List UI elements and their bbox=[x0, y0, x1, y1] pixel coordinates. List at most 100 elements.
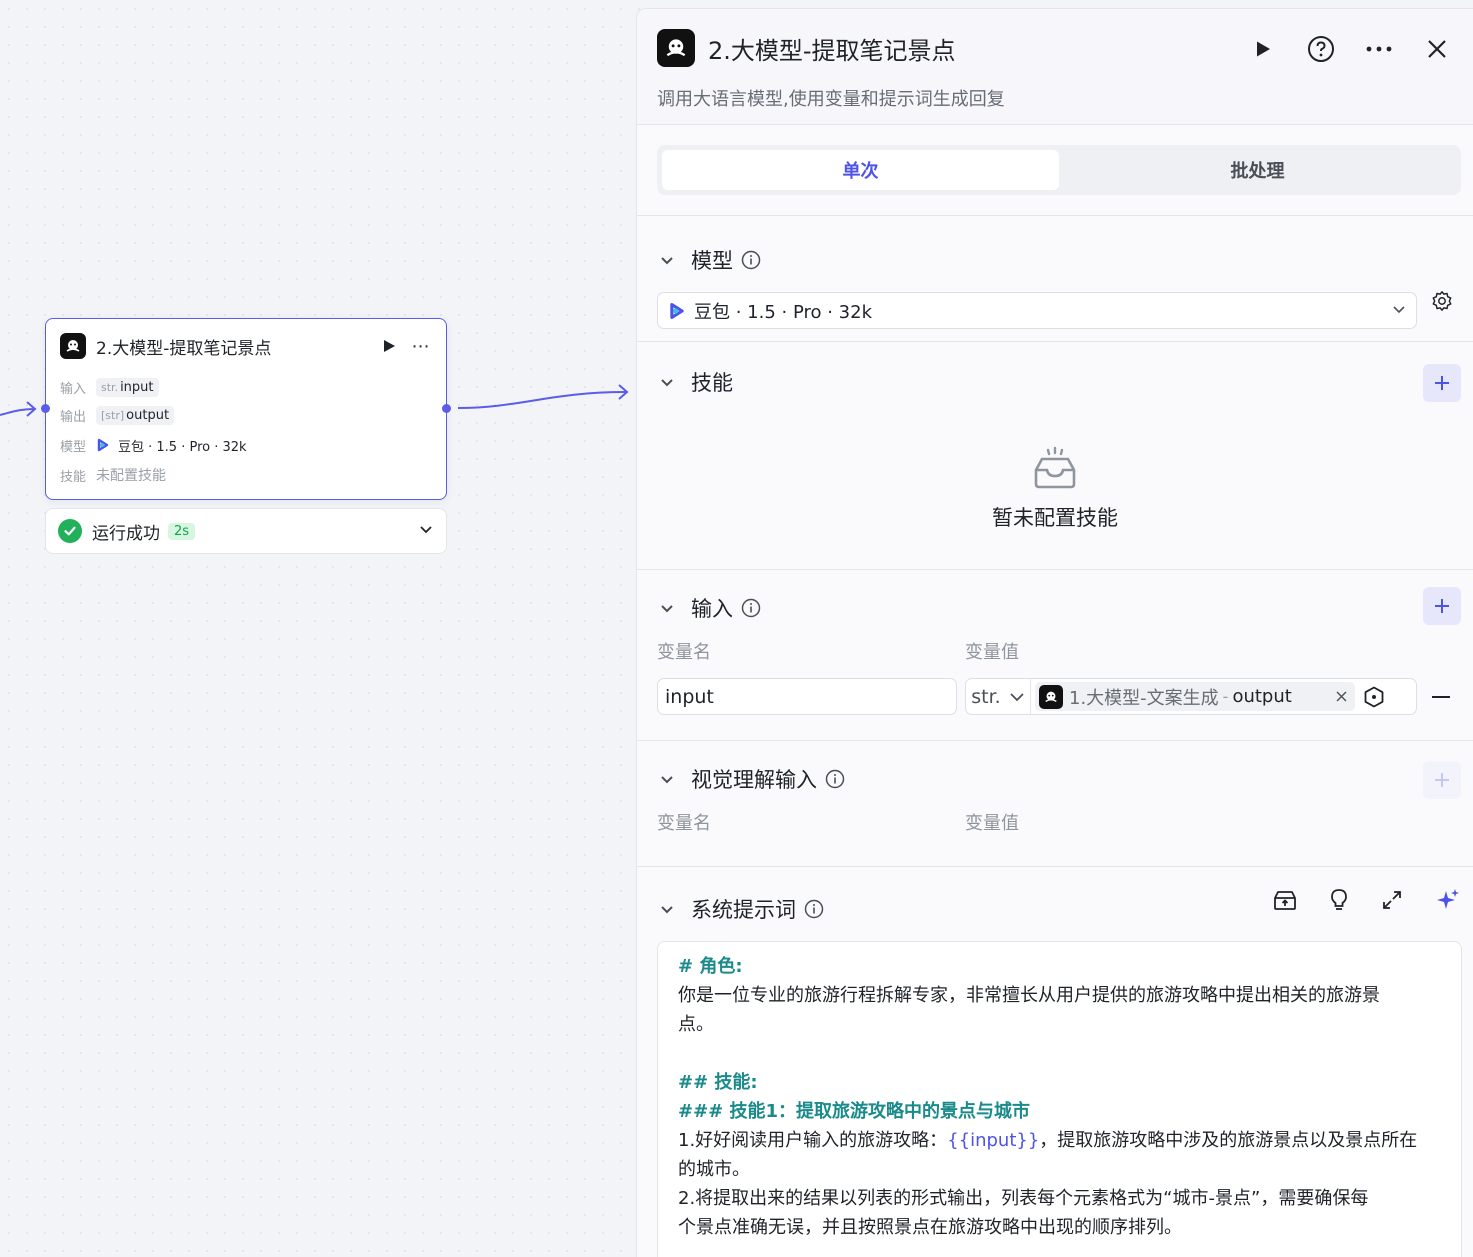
node-skill-label: 技能 bbox=[60, 469, 87, 485]
chevron-down-icon[interactable] bbox=[657, 598, 677, 618]
info-icon[interactable] bbox=[741, 598, 761, 618]
add-input-button[interactable] bbox=[1423, 587, 1461, 625]
node-title: 2.大模型-提取笔记景点 bbox=[96, 338, 272, 359]
incoming-arrow bbox=[26, 401, 37, 417]
help-icon[interactable] bbox=[1305, 33, 1337, 65]
type-label: str. bbox=[101, 380, 119, 394]
prompt-line: 1.好好阅读用户输入的旅游攻略：{{input}}，提取旅游攻略中涉及的旅游景点… bbox=[678, 1126, 1441, 1155]
node-model-value: 豆包 · 1.5 · Pro · 32k bbox=[118, 439, 247, 455]
chevron-down-icon[interactable] bbox=[657, 899, 677, 919]
var-type-label: str. bbox=[971, 685, 1001, 708]
chevron-down-icon[interactable] bbox=[418, 521, 434, 541]
chevron-down-icon bbox=[1010, 692, 1024, 701]
node-input-row: 输入 str. input bbox=[46, 373, 446, 401]
output-port[interactable] bbox=[442, 404, 451, 413]
panel-description[interactable]: 调用大语言模型,使用变量和提示词生成回复 bbox=[657, 85, 1005, 111]
chevron-down-icon[interactable] bbox=[657, 372, 677, 392]
doubao-logo-icon bbox=[670, 302, 684, 319]
prompt-line: 的城市。 bbox=[678, 1159, 750, 1180]
col-var-value: 变量值 bbox=[965, 813, 1019, 834]
type-label: [str] bbox=[101, 408, 125, 422]
ref-separator: - bbox=[1222, 687, 1229, 706]
node-config-panel: 2.大模型-提取笔记景点 调用大语言模型,使用变量和提示词生成回复 单次 批处理 bbox=[636, 8, 1473, 1257]
more-icon[interactable] bbox=[1363, 33, 1395, 65]
skills-empty-text: 暂未配置技能 bbox=[992, 506, 1118, 530]
prompt-line bbox=[678, 1039, 1441, 1068]
add-skill-button[interactable] bbox=[1423, 364, 1461, 402]
vision-section-title: 视觉理解输入 bbox=[691, 768, 817, 792]
llm-node-card[interactable]: 2.大模型-提取笔记景点 ⋯ 输入 str. input 输出 [str] outp… bbox=[45, 318, 447, 500]
duration-badge: 2s bbox=[168, 522, 196, 540]
prompt-library-icon[interactable] bbox=[1273, 889, 1297, 915]
node-model-row: 模型 豆包 · 1.5 · Pro · 32k bbox=[46, 429, 446, 461]
model-selected-value: 豆包 · 1.5 · Pro · 32k bbox=[694, 301, 873, 323]
prompt-text: 1.好好阅读用户输入的旅游攻略： bbox=[678, 1130, 948, 1151]
more-icon[interactable]: ⋯ bbox=[410, 336, 432, 357]
status-text: 运行成功 bbox=[92, 523, 160, 544]
variable-picker-icon[interactable] bbox=[1361, 684, 1387, 710]
lightbulb-icon[interactable] bbox=[1329, 888, 1349, 916]
gear-icon[interactable] bbox=[1429, 288, 1455, 314]
model-select[interactable]: 豆包 · 1.5 · Pro · 32k bbox=[657, 292, 1417, 329]
var-label: input bbox=[120, 379, 154, 395]
prompt-line: 个景点准确无误，并且按照景点在旅游攻略中出现的顺序排列。 bbox=[678, 1217, 1182, 1238]
ai-sparkle-icon[interactable] bbox=[1435, 887, 1461, 917]
prompt-line: ### 技能1：提取旅游攻略中的景点与城市 bbox=[678, 1101, 1031, 1122]
node-output-label: 输出 bbox=[60, 409, 87, 425]
info-icon[interactable] bbox=[825, 769, 845, 789]
node-output-tag: [str] output bbox=[96, 405, 175, 425]
tab-batch[interactable]: 批处理 bbox=[1059, 150, 1456, 190]
llm-node-icon bbox=[1039, 684, 1063, 709]
skills-section-title: 技能 bbox=[691, 371, 733, 395]
var-label: output bbox=[126, 407, 170, 423]
incoming-edge bbox=[0, 408, 35, 416]
col-var-name: 变量名 bbox=[657, 642, 711, 663]
input-section-title: 输入 bbox=[691, 597, 733, 621]
col-var-name: 变量名 bbox=[657, 813, 711, 834]
vision-input-section: 视觉理解输入 变量名 变量值 bbox=[637, 741, 1473, 867]
ref-node-name: 1.大模型-文案生成 bbox=[1069, 687, 1219, 709]
prompt-line: 2.将提取出来的结果以列表的形式输出，列表每个元素格式为“城市-景点”，需要确保… bbox=[678, 1188, 1369, 1209]
system-prompt-editor[interactable]: # 角色: 你是一位专业的旅游行程拆解专家，非常擅长从用户提供的旅游攻略中提出相… bbox=[657, 941, 1462, 1257]
prompt-line: 你是一位专业的旅游行程拆解专家，非常擅长从用户提供的旅游攻略中提出相关的旅游景 bbox=[678, 985, 1380, 1006]
var-type-select[interactable]: str. bbox=[966, 679, 1031, 714]
model-section: 模型 豆包 · 1.5 · Pro · 32k bbox=[637, 216, 1473, 342]
info-icon[interactable] bbox=[741, 250, 761, 270]
close-icon[interactable] bbox=[1421, 33, 1453, 65]
node-model-label: 模型 bbox=[60, 439, 87, 455]
prompt-line: ## 技能: bbox=[678, 1072, 758, 1093]
node-input-tag: str. input bbox=[96, 377, 159, 397]
run-status-bar[interactable]: 运行成功 2s bbox=[45, 508, 447, 554]
system-prompt-section: 系统提示词 # 角色: 你是一位专业的旅游行程拆解专家，非常擅长从用户提供的旅游… bbox=[637, 867, 1473, 1257]
expand-icon[interactable] bbox=[1381, 889, 1403, 915]
input-port[interactable] bbox=[41, 404, 50, 413]
var-name-input[interactable]: input bbox=[657, 678, 957, 715]
llm-node-icon bbox=[657, 29, 695, 67]
panel-title[interactable]: 2.大模型-提取笔记景点 bbox=[708, 31, 956, 66]
skills-section: 技能 暂未配置技能 bbox=[637, 342, 1473, 570]
check-circle-icon bbox=[58, 519, 82, 543]
ref-output-name: output bbox=[1232, 686, 1292, 707]
remove-var-icon[interactable] bbox=[1429, 695, 1453, 699]
doubao-logo-icon bbox=[97, 438, 109, 452]
tab-single[interactable]: 单次 bbox=[662, 150, 1059, 190]
run-node-icon[interactable] bbox=[378, 335, 400, 357]
llm-node-icon bbox=[60, 333, 86, 359]
chevron-down-icon[interactable] bbox=[657, 769, 677, 789]
mode-tabs: 单次 批处理 bbox=[657, 145, 1461, 195]
clear-icon[interactable] bbox=[1331, 691, 1351, 702]
skills-empty-state: 暂未配置技能 bbox=[657, 400, 1453, 532]
model-section-title: 模型 bbox=[691, 249, 733, 273]
prompt-line: 点。 bbox=[678, 1014, 714, 1035]
var-value-reference[interactable]: str. 1.大模型-文案生成 - output bbox=[965, 678, 1417, 715]
add-vision-input-button[interactable] bbox=[1423, 761, 1461, 799]
prompt-line: # 角色: bbox=[678, 956, 743, 977]
info-icon[interactable] bbox=[804, 899, 824, 919]
node-skill-value: 未配置技能 bbox=[96, 468, 166, 484]
play-icon[interactable] bbox=[1247, 33, 1279, 65]
node-input-label: 输入 bbox=[60, 381, 87, 397]
chevron-down-icon[interactable] bbox=[657, 250, 677, 270]
empty-box-icon bbox=[1034, 446, 1076, 489]
outgoing-arrow bbox=[618, 384, 629, 400]
input-section: 输入 变量名 变量值 input str. 1.大模型-文案生成 - outpu… bbox=[637, 570, 1473, 741]
